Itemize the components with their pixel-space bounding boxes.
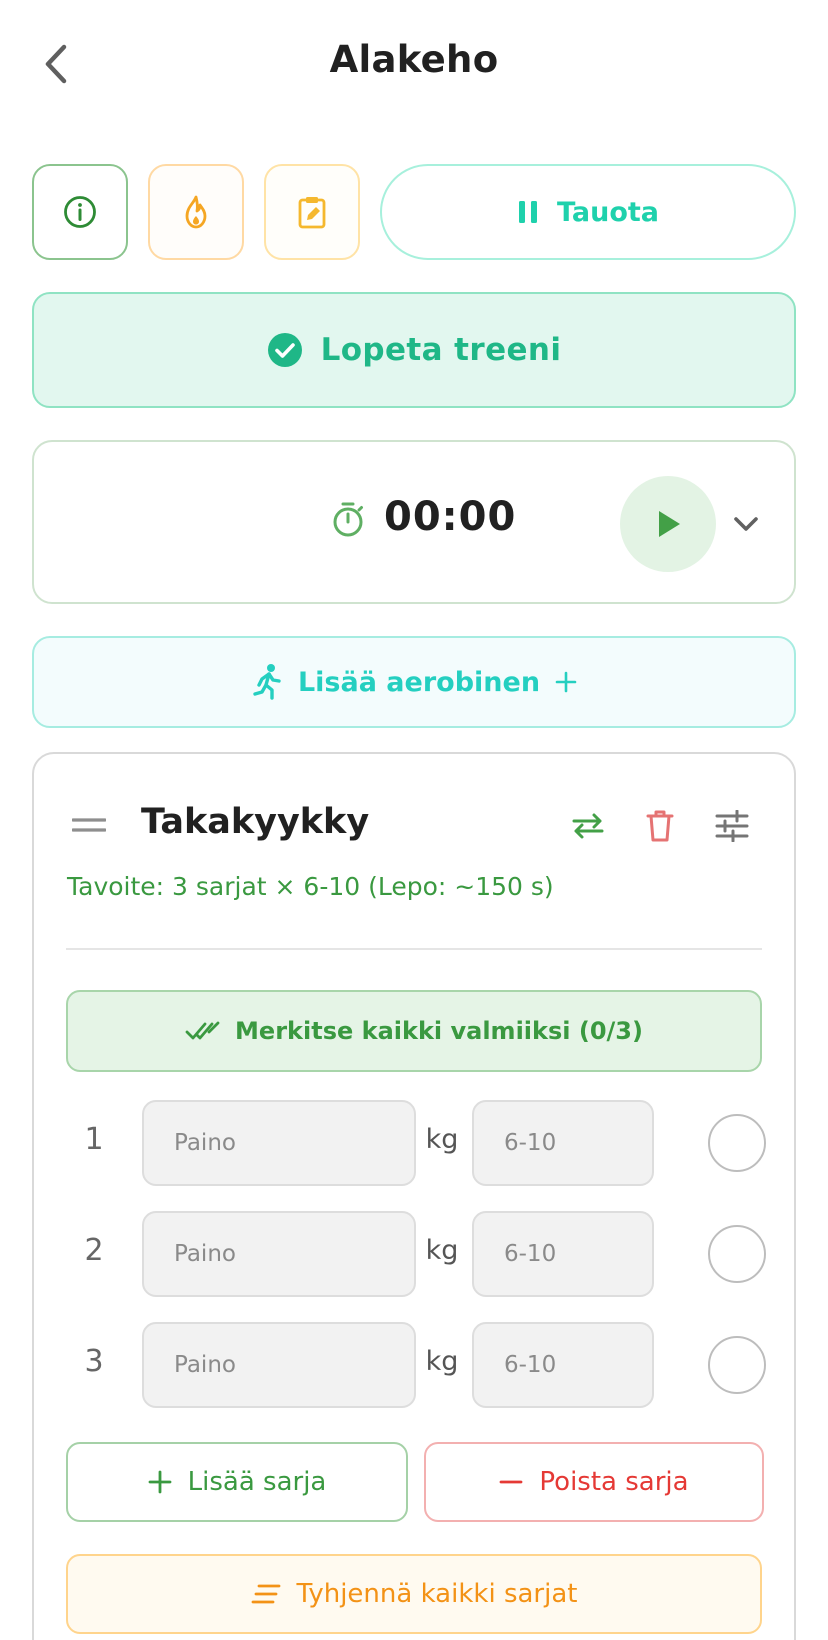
sliders-icon xyxy=(715,810,749,842)
mark-all-label: Merkitse kaikki valmiiksi (0/3) xyxy=(235,1017,643,1045)
exercise-card: Takakyykky Tavoite: 3 sarjat × 6-10 (Lep… xyxy=(32,752,796,1640)
expand-timer-button[interactable] xyxy=(728,506,764,542)
add-set-button[interactable]: Lisää sarja xyxy=(66,1442,408,1522)
play-icon xyxy=(659,511,680,537)
pause-label: Tauota xyxy=(556,196,660,228)
minus-icon xyxy=(500,1480,523,1484)
mark-all-done-button[interactable]: Merkitse kaikki valmiiksi (0/3) xyxy=(66,990,762,1072)
weight-unit: kg xyxy=(425,1235,459,1266)
info-button[interactable] xyxy=(32,164,128,260)
exercise-settings-button[interactable] xyxy=(710,804,754,848)
rest-timer-card: 00:00 xyxy=(32,440,796,604)
remove-set-button[interactable]: Poista sarja xyxy=(424,1442,764,1522)
plus-icon xyxy=(148,1470,172,1494)
check-circle-icon xyxy=(267,333,302,367)
exercise-name: Takakyykky xyxy=(141,802,370,842)
double-check-icon xyxy=(185,1021,220,1040)
notes-button[interactable] xyxy=(264,164,360,260)
clear-all-sets-button[interactable]: Tyhjennä kaikki sarjat xyxy=(66,1554,762,1634)
add-cardio-button[interactable]: Lisää aerobinen xyxy=(32,636,796,728)
set-done-checkbox[interactable] xyxy=(708,1114,766,1172)
pause-workout-button[interactable]: Tauota xyxy=(380,164,796,260)
swap-exercise-button[interactable] xyxy=(566,804,610,848)
trash-icon xyxy=(646,810,674,842)
page-title: Alakeho xyxy=(329,38,499,81)
weight-input[interactable] xyxy=(142,1100,416,1186)
pause-icon xyxy=(518,201,537,223)
set-done-checkbox[interactable] xyxy=(708,1225,766,1283)
info-icon xyxy=(64,196,96,228)
set-number: 1 xyxy=(84,1122,104,1157)
drag-handle-icon[interactable] xyxy=(72,816,106,836)
reps-input[interactable] xyxy=(472,1100,654,1186)
app-header: Alakeho xyxy=(0,0,828,128)
set-row: 3 kg xyxy=(66,1322,766,1408)
reps-input[interactable] xyxy=(472,1322,654,1408)
clipboard-edit-icon xyxy=(298,197,326,229)
weight-unit: kg xyxy=(425,1124,459,1155)
finish-workout-button[interactable]: Lopeta treeni xyxy=(32,292,796,408)
set-number: 2 xyxy=(84,1233,104,1268)
weight-input[interactable] xyxy=(142,1211,416,1297)
set-row: 2 kg xyxy=(66,1211,766,1297)
exercise-target: Tavoite: 3 sarjat × 6-10 (Lepo: ~150 s) xyxy=(67,872,554,901)
weight-input[interactable] xyxy=(142,1322,416,1408)
plus-icon xyxy=(555,671,577,693)
divider xyxy=(66,948,762,950)
flame-icon xyxy=(185,195,207,229)
chevron-down-icon xyxy=(734,517,758,531)
set-number: 3 xyxy=(84,1344,104,1379)
delete-exercise-button[interactable] xyxy=(638,804,682,848)
swap-icon xyxy=(572,813,604,839)
set-row: 1 kg xyxy=(66,1100,766,1186)
add-set-label: Lisää sarja xyxy=(187,1467,327,1497)
remove-set-label: Poista sarja xyxy=(539,1467,689,1497)
timer-display: 00:00 xyxy=(384,494,517,540)
finish-workout-label: Lopeta treeni xyxy=(320,332,562,368)
start-timer-button[interactable] xyxy=(620,476,716,572)
clear-lines-icon xyxy=(251,1584,280,1604)
warmup-button[interactable] xyxy=(148,164,244,260)
stopwatch-icon xyxy=(333,502,363,537)
reps-input[interactable] xyxy=(472,1211,654,1297)
running-icon xyxy=(253,664,281,700)
weight-unit: kg xyxy=(425,1346,459,1377)
add-cardio-label: Lisää aerobinen xyxy=(297,666,541,698)
set-done-checkbox[interactable] xyxy=(708,1336,766,1394)
clear-sets-label: Tyhjennä kaikki sarjat xyxy=(296,1579,578,1609)
